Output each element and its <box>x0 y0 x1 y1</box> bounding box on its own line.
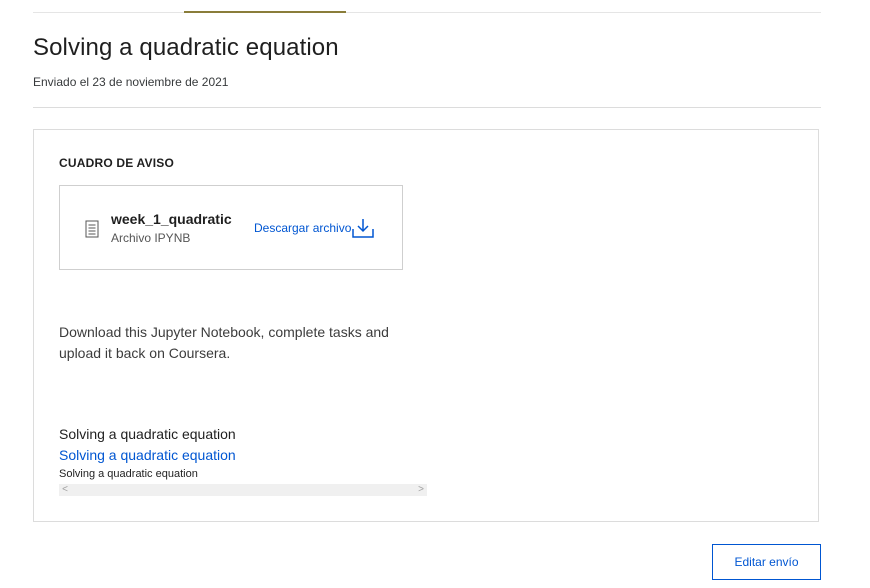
submission-date: Enviado el 23 de noviembre de 2021 <box>33 75 229 89</box>
scroll-right-icon[interactable]: > <box>415 484 427 496</box>
file-attachment: week_1_quadratic Archivo IPYNB Descargar… <box>59 185 403 270</box>
file-type: Archivo IPYNB <box>111 231 191 245</box>
document-icon <box>85 220 99 238</box>
active-tab-indicator <box>184 11 346 13</box>
page-title: Solving a quadratic equation <box>33 34 339 61</box>
download-file-link[interactable]: Descargar archivo <box>254 217 375 239</box>
download-link-label: Descargar archivo <box>254 221 352 235</box>
section-label: CUADRO DE AVISO <box>59 156 175 170</box>
embed-title: Solving a quadratic equation <box>59 426 236 442</box>
scroll-left-icon[interactable]: < <box>59 484 71 496</box>
file-name: week_1_quadratic <box>111 211 232 227</box>
page: Solving a quadratic equation Enviado el … <box>0 0 870 588</box>
download-icon <box>352 217 375 239</box>
top-divider <box>33 12 821 13</box>
header-divider <box>33 107 821 108</box>
embed-link[interactable]: Solving a quadratic equation <box>59 447 236 463</box>
horizontal-scrollbar[interactable]: < > <box>59 484 427 496</box>
embed-caption: Solving a quadratic equation <box>59 468 198 480</box>
instructions-text: Download this Jupyter Notebook, complete… <box>59 324 389 361</box>
submission-card: CUADRO DE AVISO week_1_quadratic Archivo… <box>33 129 819 522</box>
edit-submission-button[interactable]: Editar envío <box>712 544 821 580</box>
embedded-content: Solving a quadratic equation Solving a q… <box>59 426 427 496</box>
